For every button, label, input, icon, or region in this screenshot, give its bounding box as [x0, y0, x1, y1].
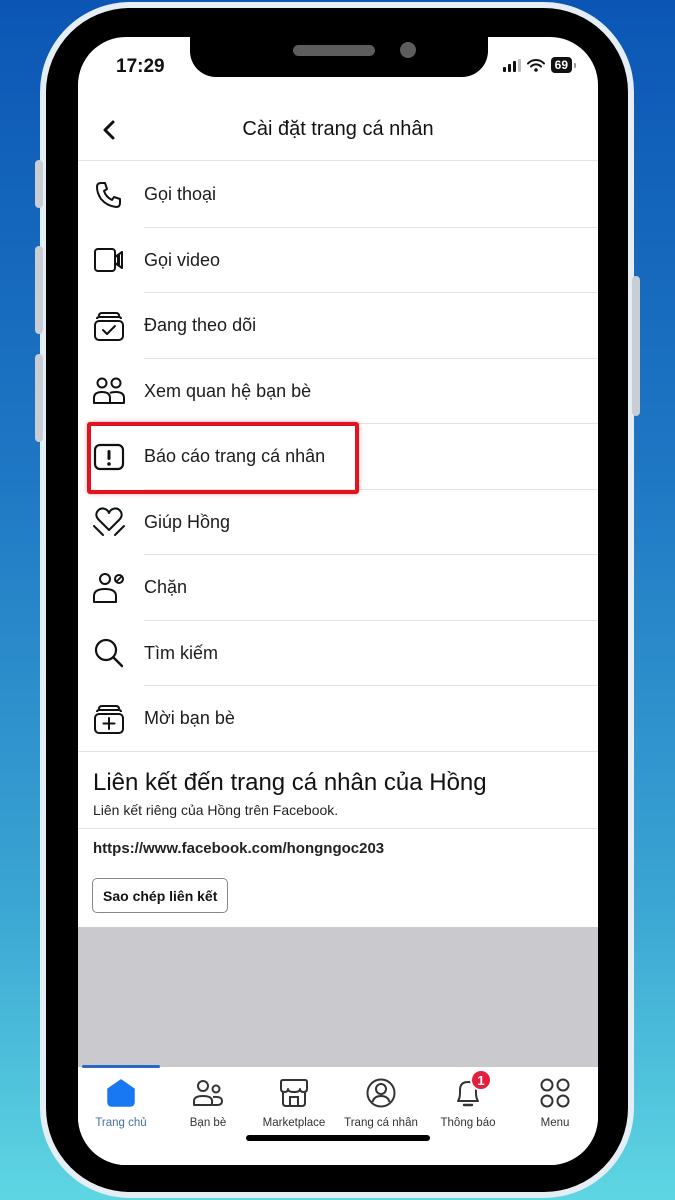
page-title: Cài đặt trang cá nhân: [242, 118, 434, 140]
power-button: [632, 276, 640, 416]
status-time: 17:29: [116, 56, 165, 77]
settings-menu: Gọi thoại Gọi video Đang theo dõi Xem qu…: [78, 162, 598, 752]
menu-item-label: Tìm kiếm: [144, 642, 218, 663]
profile-url: https://www.facebook.com/hongngoc203: [93, 840, 385, 857]
search-icon: [92, 636, 126, 670]
phone-screen: 17:29 69 Cài đặt trang cá nhân Gọi thoại: [78, 37, 598, 1165]
menu-grid-icon: [537, 1075, 573, 1111]
menu-item-label: Gọi thoại: [144, 184, 217, 205]
tab-label: Marketplace: [262, 1117, 326, 1129]
tab-label: Trang chủ: [95, 1117, 147, 1129]
divider: [78, 828, 598, 829]
copy-link-button[interactable]: Sao chép liên kết: [92, 878, 229, 913]
menu-item-label: Gọi video: [144, 249, 221, 270]
battery-icon: 69: [550, 57, 572, 73]
menu-item-report-profile[interactable]: Báo cáo trang cá nhân: [78, 424, 598, 490]
status-icons: 69: [502, 57, 576, 73]
report-exclamation-icon: [92, 440, 126, 474]
menu-item-friendship[interactable]: Xem quan hệ bạn bè: [78, 359, 598, 424]
notification-badge: 1: [470, 1069, 492, 1091]
menu-item-label: Mời bạn bè: [144, 708, 235, 729]
friends-icon: [92, 374, 126, 408]
menu-item-video-call[interactable]: Gọi video: [78, 228, 598, 293]
menu-item-label: Giúp Hồng: [144, 511, 231, 532]
action-button: [35, 160, 43, 208]
menu-item-label: Báo cáo trang cá nhân: [144, 446, 326, 467]
menu-item-help-hong[interactable]: Giúp Hồng: [78, 490, 598, 555]
divider: [78, 750, 598, 752]
menu-item-search[interactable]: Tìm kiếm: [78, 621, 598, 686]
active-tab-indicator: [82, 1065, 160, 1068]
tab-menu[interactable]: Menu: [512, 1075, 598, 1139]
profile-link-title: Liên kết đến trang cá nhân của Hồng: [93, 769, 487, 796]
signal-icon: [502, 58, 521, 72]
marketplace-icon: [276, 1075, 312, 1111]
menu-item-voice-call[interactable]: Gọi thoại: [78, 162, 598, 228]
menu-item-label: Chặn: [144, 577, 188, 598]
tab-label: Trang cá nhân: [344, 1117, 418, 1129]
tab-label: Thông báo: [440, 1117, 496, 1129]
tab-label: Bạn bè: [189, 1117, 227, 1129]
profile-link-subtitle: Liên kết riêng của Hồng trên Facebook.: [93, 802, 339, 818]
dynamic-island: [190, 37, 488, 77]
invite-plus-icon: [92, 702, 126, 736]
video-camera-icon: [92, 243, 126, 277]
menu-item-label: Xem quan hệ bạn bè: [144, 380, 312, 401]
page-header: Cài đặt trang cá nhân: [78, 109, 598, 161]
front-camera: [400, 42, 416, 58]
heart-hands-icon: [92, 505, 126, 539]
battery-tip: [574, 62, 576, 68]
tab-friends[interactable]: Bạn bè: [165, 1075, 251, 1139]
wifi-icon: [526, 58, 545, 72]
menu-item-invite-friends[interactable]: Mời bạn bè: [78, 686, 598, 752]
profile-icon: [363, 1075, 399, 1111]
tab-marketplace[interactable]: Marketplace: [251, 1075, 337, 1139]
tab-profile[interactable]: Trang cá nhân: [338, 1075, 424, 1139]
friends-icon: [190, 1075, 226, 1111]
volume-down-button: [35, 354, 43, 442]
menu-item-block[interactable]: Chặn: [78, 555, 598, 621]
bottom-tab-bar: Trang chủ Bạn bè Marketplace Trang cá nh…: [78, 1065, 598, 1165]
speaker: [293, 45, 375, 56]
menu-item-following[interactable]: Đang theo dõi: [78, 293, 598, 359]
home-indicator[interactable]: [246, 1135, 430, 1141]
volume-up-button: [35, 246, 43, 334]
phone-icon: [92, 178, 126, 212]
bell-icon: 1: [450, 1069, 492, 1111]
following-check-icon: [92, 309, 126, 343]
tab-notifications[interactable]: 1 Thông báo: [425, 1069, 511, 1139]
tab-label: Menu: [540, 1117, 570, 1129]
home-icon: [103, 1075, 139, 1111]
menu-item-label: Đang theo dõi: [144, 315, 257, 336]
block-user-icon: [92, 571, 126, 605]
tab-home[interactable]: Trang chủ: [78, 1075, 164, 1139]
content-background: [78, 927, 598, 1067]
